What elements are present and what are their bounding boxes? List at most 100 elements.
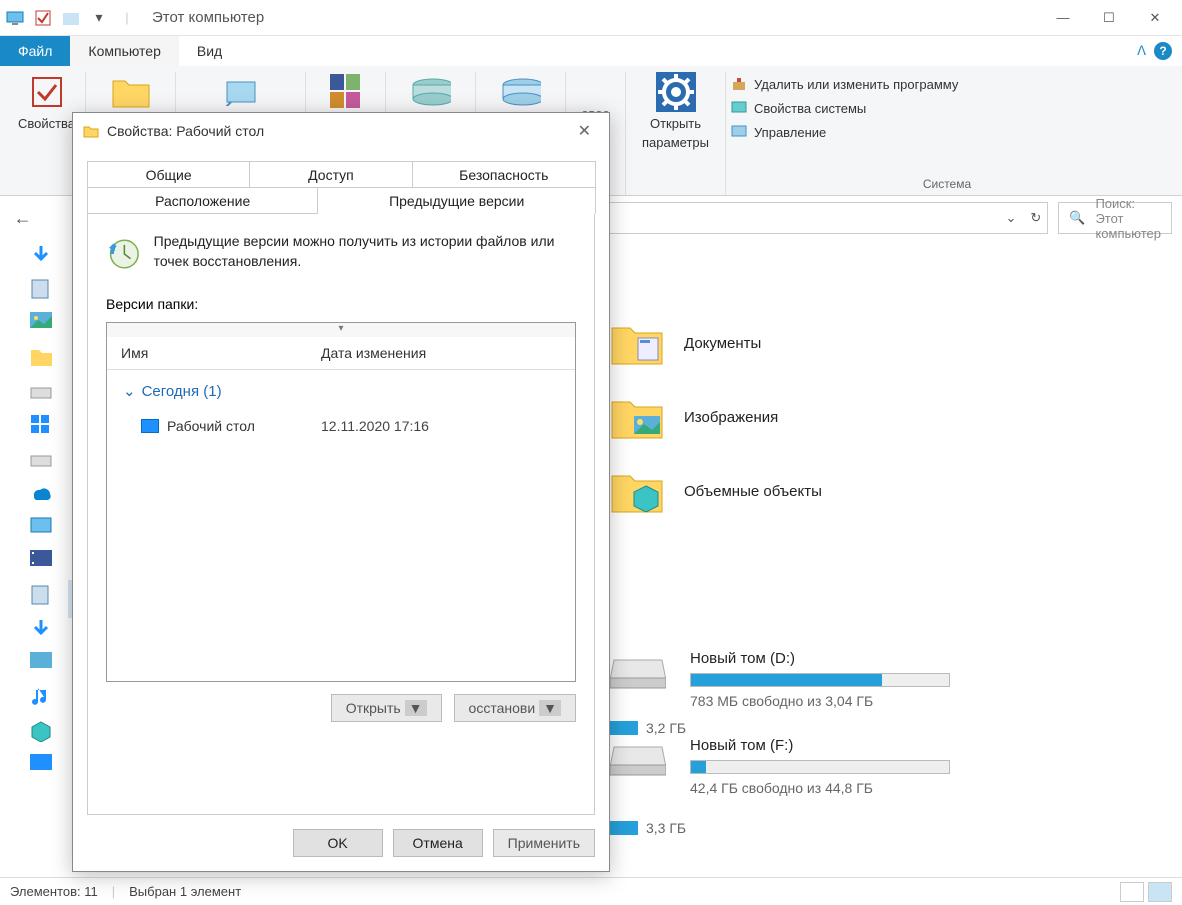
ribbon-network-icon[interactable] xyxy=(501,72,541,112)
cancel-button[interactable]: Отмена xyxy=(393,829,483,857)
view-details-button[interactable] xyxy=(1120,882,1144,902)
tab-general[interactable]: Общие xyxy=(87,161,250,188)
versions-list[interactable]: ▾ Имя Дата изменения ⌄ Сегодня (1) Рабоч… xyxy=(106,322,576,682)
doc2-icon[interactable] xyxy=(30,584,52,606)
open-settings-button[interactable]: Открыть параметры xyxy=(636,72,716,150)
document-icon[interactable] xyxy=(30,278,52,300)
link-system-props[interactable]: Свойства системы xyxy=(730,96,866,120)
refresh-icon[interactable]: ↻ xyxy=(1030,210,1041,226)
drive-f[interactable]: Новый том (F:) 42,4 ГБ свободно из 44,8 … xyxy=(610,737,1162,796)
maximize-button[interactable]: ☐ xyxy=(1086,3,1132,33)
properties-dialog: Свойства: Рабочий стол ✕ Общие Доступ Бе… xyxy=(72,112,610,872)
drive-d[interactable]: Новый том (D:) 783 МБ свободно из 3,04 Г… xyxy=(610,650,1162,709)
hdd-icon xyxy=(610,650,666,690)
dropdown-icon: ▼ xyxy=(405,700,427,716)
group-system-label: Система xyxy=(730,173,1164,195)
picture-icon[interactable] xyxy=(30,312,52,334)
tiles-icon[interactable] xyxy=(30,414,52,436)
nav-sidebar xyxy=(8,244,66,776)
thispc-icon[interactable] xyxy=(30,516,52,538)
dialog-close-button[interactable]: ✕ xyxy=(570,117,599,145)
col-name[interactable]: Имя xyxy=(107,337,307,369)
desktop-icon xyxy=(141,419,159,433)
music-icon[interactable] xyxy=(30,686,52,708)
folder-documents[interactable]: Документы xyxy=(610,320,1162,366)
dialog-folder-icon xyxy=(83,124,99,138)
link-uninstall[interactable]: Удалить или изменить программу xyxy=(730,72,958,96)
list-group-today[interactable]: ⌄ Сегодня (1) xyxy=(107,370,575,412)
qat-sep-icon: | xyxy=(116,7,138,29)
tab-location[interactable]: Расположение xyxy=(87,187,318,214)
back-button[interactable]: ← xyxy=(10,203,35,233)
help-icon[interactable]: ? xyxy=(1154,42,1172,60)
ribbon-drive-icon[interactable] xyxy=(411,72,451,112)
desktop-icon[interactable] xyxy=(30,754,52,776)
properties-label: Свойства xyxy=(18,116,75,131)
dropdown-icon: ▼ xyxy=(539,700,561,716)
list-resize-handle[interactable]: ▾ xyxy=(107,323,575,337)
folder-icon[interactable] xyxy=(30,346,52,368)
link-manage[interactable]: Управление xyxy=(730,120,826,144)
search-placeholder: Поиск: Этот компьютер xyxy=(1095,196,1161,241)
folder-3dobjects[interactable]: Объемные объекты xyxy=(610,468,1162,514)
collapse-ribbon-icon[interactable]: ᐱ xyxy=(1137,43,1146,59)
search-input[interactable]: 🔍 Поиск: Этот компьютер xyxy=(1058,202,1172,234)
minimize-button[interactable]: — xyxy=(1040,3,1086,33)
downloads2-icon[interactable] xyxy=(30,618,52,640)
dialog-description: Предыдущие версии можно получить из исто… xyxy=(154,232,576,271)
drive-f-bar xyxy=(690,760,950,774)
qat-checkbox-icon[interactable] xyxy=(32,7,54,29)
address-dropdown-icon[interactable]: ⌄ xyxy=(1005,210,1016,226)
tab-security[interactable]: Безопасность xyxy=(412,161,596,188)
drive-d-bar xyxy=(690,673,950,687)
ribbon-tabs: Файл Компьютер Вид ᐱ ? xyxy=(0,36,1182,66)
tab-previous[interactable]: Предыдущие версии xyxy=(317,187,596,214)
status-bar: Элементов: 11 | Выбран 1 элемент xyxy=(0,877,1182,905)
col-date[interactable]: Дата изменения xyxy=(307,337,440,369)
folder-icon xyxy=(610,320,664,366)
close-button[interactable]: ✕ xyxy=(1132,3,1178,33)
qat-dropdown-icon[interactable]: ▾ xyxy=(88,7,110,29)
status-count: Элементов: 11 xyxy=(10,884,98,899)
folder-pictures[interactable]: Изображения xyxy=(610,394,1162,440)
window-title: Этот компьютер xyxy=(152,9,264,26)
dialog-tabs: Общие Доступ Безопасность Расположение П… xyxy=(87,161,595,213)
onedrive-icon[interactable] xyxy=(30,482,52,504)
history-icon xyxy=(106,232,140,276)
tab-pane: Предыдущие версии можно получить из исто… xyxy=(87,213,595,815)
folder-icon xyxy=(610,394,664,440)
ok-button[interactable]: OK xyxy=(293,829,383,857)
video-icon[interactable] xyxy=(30,550,52,572)
hdd-icon xyxy=(610,737,666,777)
versions-label: Версии папки: xyxy=(106,296,576,312)
qat-folder-icon[interactable] xyxy=(60,7,82,29)
ribbon-media-icon[interactable] xyxy=(326,72,366,112)
list-header: Имя Дата изменения xyxy=(107,337,575,370)
ribbon-link-icon[interactable] xyxy=(221,72,261,112)
object3d-icon[interactable] xyxy=(30,720,52,742)
ribbon-folder-icon[interactable] xyxy=(111,72,151,112)
list-row[interactable]: Рабочий стол 12.11.2020 17:16 xyxy=(107,412,575,440)
uninstall-icon xyxy=(730,75,748,93)
tab-view[interactable]: Вид xyxy=(179,36,240,66)
downloads-icon[interactable] xyxy=(30,244,52,266)
dialog-title: Свойства: Рабочий стол xyxy=(107,123,264,139)
content-area: Документы Изображения Объемные объекты Н… xyxy=(610,320,1162,796)
folder-icon xyxy=(610,468,664,514)
apply-button[interactable]: Применить xyxy=(493,829,595,857)
chevron-down-icon: ⌄ xyxy=(123,382,136,400)
tab-sharing[interactable]: Доступ xyxy=(249,161,412,188)
status-selected: Выбран 1 элемент xyxy=(129,884,241,899)
drive-icon[interactable] xyxy=(30,380,52,402)
qat-computer-icon xyxy=(4,7,26,29)
picture2-icon[interactable] xyxy=(30,652,52,674)
restore-button[interactable]: осстанови▼ xyxy=(454,694,576,722)
sysprops-icon xyxy=(730,99,748,117)
drive2-icon[interactable] xyxy=(30,448,52,470)
manage-icon xyxy=(730,123,748,141)
tab-file[interactable]: Файл xyxy=(0,36,70,66)
titlebar: ▾ | Этот компьютер — ☐ ✕ xyxy=(0,0,1182,36)
view-tiles-button[interactable] xyxy=(1148,882,1172,902)
tab-computer[interactable]: Компьютер xyxy=(70,36,178,66)
open-button[interactable]: Открыть▼ xyxy=(331,694,442,722)
